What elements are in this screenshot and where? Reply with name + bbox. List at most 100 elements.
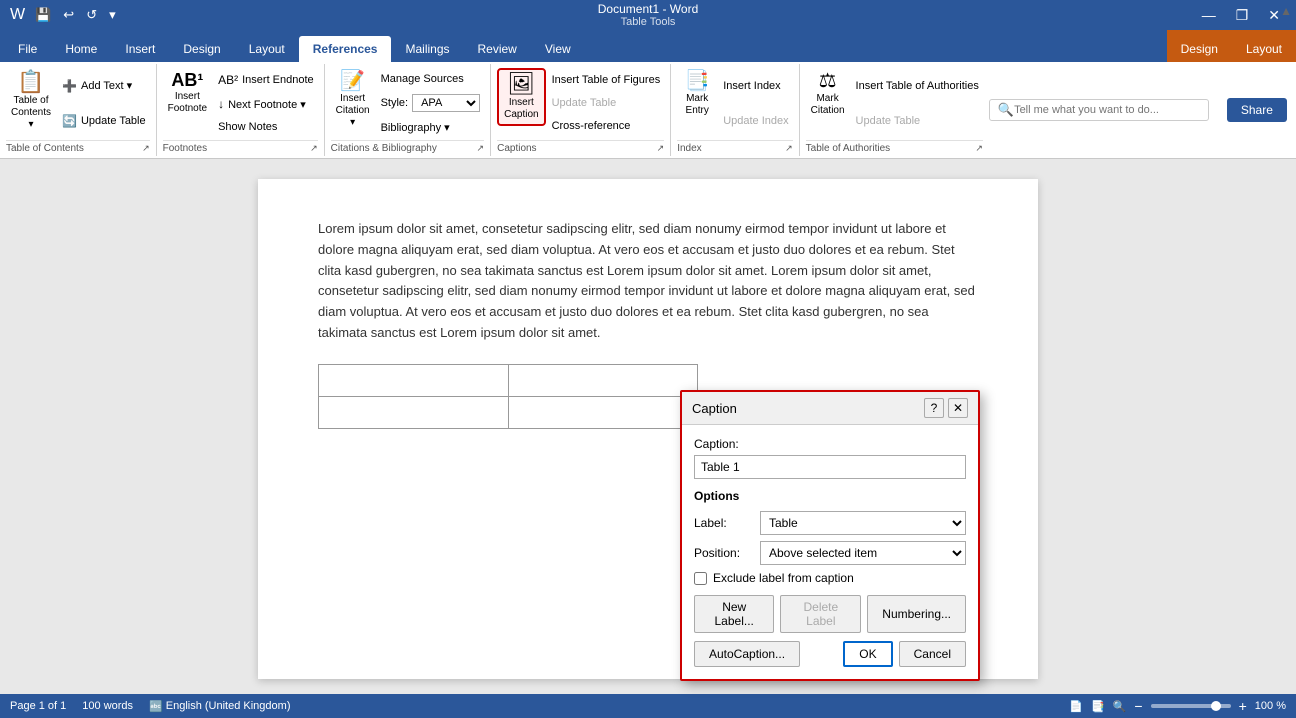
- insert-footnote-button[interactable]: AB¹ InsertFootnote: [163, 68, 212, 118]
- table-cell: [508, 396, 698, 428]
- tab-table-layout[interactable]: Layout: [1232, 36, 1296, 62]
- label-select[interactable]: Table Figure Equation: [760, 511, 966, 535]
- language-flag-icon: 🔤: [149, 700, 163, 713]
- zoom-minus-icon[interactable]: −: [1134, 698, 1142, 714]
- tab-file[interactable]: File: [4, 36, 51, 62]
- customize-icon[interactable]: ▾: [105, 5, 120, 25]
- exclude-checkbox-row: Exclude label from caption: [694, 571, 966, 585]
- tab-home[interactable]: Home: [51, 36, 111, 62]
- table-of-contents-button[interactable]: 📋 Table ofContents ▾: [6, 68, 56, 134]
- numbering-button[interactable]: Numbering...: [867, 595, 966, 633]
- zoom-level: 100 %: [1255, 700, 1286, 712]
- update-table-captions-button[interactable]: Update Table: [548, 95, 665, 111]
- language-text: English (United Kingdom): [166, 700, 291, 712]
- cancel-button[interactable]: Cancel: [899, 641, 966, 667]
- tab-table-design[interactable]: Design: [1167, 36, 1232, 62]
- tab-references[interactable]: References: [299, 36, 392, 62]
- tab-review[interactable]: Review: [464, 36, 531, 62]
- footnote-icon: AB¹: [171, 71, 203, 89]
- index-expand-icon[interactable]: ↗: [785, 143, 793, 154]
- normal-view-icon[interactable]: 📄: [1069, 700, 1083, 713]
- manage-sources-button[interactable]: Manage Sources: [377, 71, 485, 87]
- update-table-captions-label: Update Table: [552, 97, 617, 109]
- word-logo-icon: W: [10, 6, 25, 24]
- ribbon-group-citations: 📝 InsertCitation ▾ Manage Sources Style:…: [325, 64, 491, 156]
- zoom-slider[interactable]: [1151, 704, 1231, 708]
- bibliography-button[interactable]: Bibliography ▾: [377, 119, 485, 136]
- ribbon-group-captions: 🖼 InsertCaption Insert Table of Figures …: [491, 64, 671, 156]
- search-input[interactable]: [1014, 104, 1174, 116]
- ribbon-group-authorities: ⚖ MarkCitation Insert Table of Authoriti…: [800, 64, 989, 156]
- ribbon: 📋 Table ofContents ▾ ➕ Add Text ▾ 🔄 Upda…: [0, 62, 1296, 159]
- insert-index-button[interactable]: Insert Index: [719, 78, 792, 94]
- footnotes-group-label: Footnotes: [163, 143, 207, 154]
- document-body-text: Lorem ipsum dolor sit amet, consetetur s…: [318, 219, 978, 344]
- insert-caption-label: InsertCaption: [504, 97, 538, 121]
- insert-endnote-label: Insert Endnote: [242, 74, 314, 86]
- toc-expand-icon[interactable]: ↗: [142, 143, 150, 154]
- tab-mailings[interactable]: Mailings: [391, 36, 463, 62]
- dialog-title: Caption: [692, 401, 737, 416]
- citations-expand-icon[interactable]: ↗: [477, 143, 485, 154]
- search-bar[interactable]: 🔍: [989, 99, 1209, 121]
- insert-tof-label: Insert Table of Figures: [552, 74, 661, 86]
- new-label-button[interactable]: New Label...: [694, 595, 774, 633]
- redo-icon[interactable]: ↺: [82, 5, 101, 25]
- insert-citation-button[interactable]: 📝 InsertCitation ▾: [331, 68, 375, 132]
- add-text-icon: ➕: [62, 79, 77, 93]
- table-row: [319, 364, 698, 396]
- delete-label-button[interactable]: Delete Label: [780, 595, 861, 633]
- undo-icon[interactable]: ↩: [59, 5, 78, 25]
- update-table-toc-button[interactable]: 🔄 Update Table: [58, 112, 150, 130]
- authorities-expand-icon[interactable]: ↗: [975, 143, 983, 154]
- minimize-button[interactable]: —: [1196, 5, 1222, 25]
- save-icon[interactable]: 💾: [31, 5, 55, 25]
- style-dropdown[interactable]: Style: APA MLA Chicago: [377, 92, 485, 114]
- dialog-help-button[interactable]: ?: [924, 398, 944, 418]
- show-notes-button[interactable]: Show Notes: [214, 119, 318, 135]
- zoom-plus-icon[interactable]: +: [1239, 698, 1247, 714]
- dialog-body: Caption: document.querySelector('[data-n…: [682, 425, 978, 679]
- reading-view-icon[interactable]: 📑: [1091, 700, 1105, 713]
- position-select[interactable]: Above selected item Below selected item: [760, 541, 966, 565]
- insert-index-label: Insert Index: [723, 80, 780, 92]
- insert-footnote-label: InsertFootnote: [168, 91, 207, 115]
- mark-citation-button[interactable]: ⚖ MarkCitation: [806, 68, 850, 120]
- dialog-close-button[interactable]: ✕: [948, 398, 968, 418]
- autocaption-button[interactable]: AutoCaption...: [694, 641, 800, 667]
- tab-insert[interactable]: Insert: [111, 36, 169, 62]
- insert-table-of-figures-button[interactable]: Insert Table of Figures: [548, 72, 665, 88]
- status-bar-right: 📄 📑 🔍 − + 100 %: [1069, 698, 1286, 714]
- add-text-button[interactable]: ➕ Add Text ▾: [58, 77, 150, 95]
- tool-title: Table Tools: [621, 16, 676, 28]
- insert-caption-button[interactable]: 🖼 InsertCaption: [497, 68, 545, 126]
- footnotes-expand-icon[interactable]: ↗: [310, 143, 318, 154]
- update-table-authorities-button[interactable]: Update Table: [852, 113, 983, 129]
- mark-entry-button[interactable]: 📑 MarkEntry: [677, 68, 717, 120]
- tab-design[interactable]: Design: [169, 36, 234, 62]
- cross-reference-button[interactable]: Cross-reference: [548, 118, 665, 134]
- insert-toa-label: Insert Table of Authorities: [856, 80, 979, 92]
- collapse-ribbon-icon[interactable]: ▲: [1280, 4, 1292, 18]
- next-footnote-button[interactable]: ↓ Next Footnote ▾: [214, 95, 318, 113]
- style-select[interactable]: APA MLA Chicago: [412, 94, 480, 112]
- tab-view[interactable]: View: [531, 36, 585, 62]
- update-index-button[interactable]: Update Index: [719, 113, 792, 129]
- exclude-label-checkbox[interactable]: [694, 572, 707, 585]
- toc-group-label: Table of Contents: [6, 143, 84, 154]
- caption-dialog[interactable]: Caption ? ✕ Caption: document.querySelec…: [680, 390, 980, 681]
- sub-title: Document1 - Word: [598, 2, 698, 16]
- insert-endnote-button[interactable]: AB² Insert Endnote: [214, 71, 318, 89]
- content-area: Lorem ipsum dolor sit amet, consetetur s…: [0, 159, 1296, 694]
- captions-expand-icon[interactable]: ↗: [657, 143, 665, 154]
- label-field-label: Label:: [694, 516, 754, 530]
- restore-button[interactable]: ❐: [1230, 5, 1255, 26]
- update-table-toc-label: Update Table: [81, 115, 146, 127]
- tab-layout[interactable]: Layout: [235, 36, 299, 62]
- ok-button[interactable]: OK: [843, 641, 892, 667]
- share-button[interactable]: Share: [1227, 98, 1287, 122]
- caption-input[interactable]: [694, 455, 966, 479]
- web-view-icon[interactable]: 🔍: [1113, 700, 1127, 713]
- insert-table-authorities-button[interactable]: Insert Table of Authorities: [852, 78, 983, 94]
- label-row: Label: Table Figure Equation: [694, 511, 966, 535]
